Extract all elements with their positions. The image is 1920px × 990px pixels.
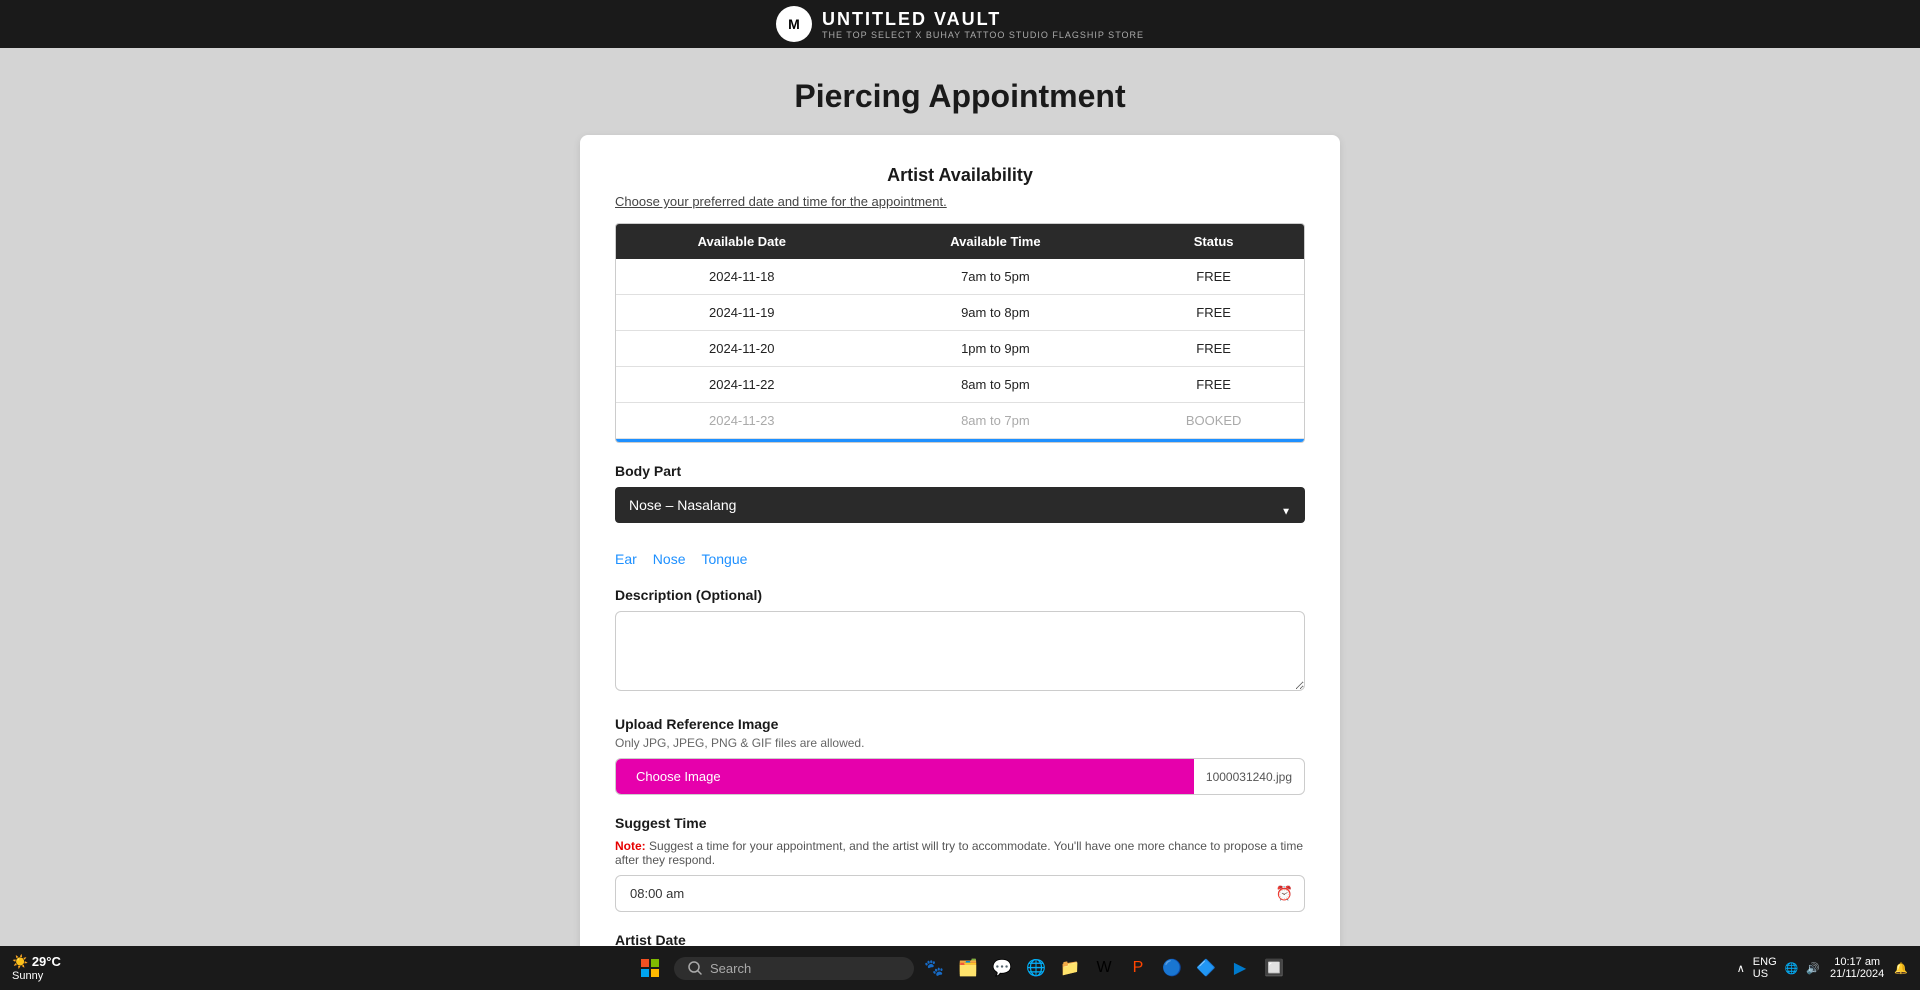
body-part-select[interactable]: Nose – Nasalang Ear Tongue — [615, 487, 1305, 523]
logo-icon: M — [776, 6, 812, 42]
tray-network[interactable]: 🌐 — [1785, 962, 1799, 975]
description-label: Description (Optional) — [615, 587, 1305, 603]
cell-time: 8am to 7pm — [868, 403, 1124, 439]
description-textarea[interactable] — [615, 611, 1305, 691]
tray-expand[interactable]: ∧ — [1737, 962, 1745, 975]
taskbar-icon-chrome[interactable]: 🔵 — [1158, 954, 1186, 982]
taskbar-icon-folder[interactable]: 📁 — [1056, 954, 1084, 982]
filter-tab-ear[interactable]: Ear — [615, 551, 637, 567]
tray-notification[interactable]: 🔔 — [1894, 962, 1908, 975]
cell-date: 2024-11-24 — [616, 439, 868, 444]
taskbar-time-display: 10:17 am — [1834, 956, 1880, 968]
artist-date-label: Artist Date — [615, 932, 1305, 946]
cell-status: FREE — [1123, 331, 1304, 367]
file-input-wrapper: Choose Image 1000031240.jpg — [615, 758, 1305, 795]
taskbar-icon-powerpoint[interactable]: P — [1124, 954, 1152, 982]
filter-tab-nose[interactable]: Nose — [653, 551, 686, 567]
table-row[interactable]: 2024-11-238am to 7pmBOOKED — [616, 403, 1304, 439]
cell-date: 2024-11-20 — [616, 331, 868, 367]
body-part-label: Body Part — [615, 463, 1305, 479]
col-status: Status — [1123, 224, 1304, 259]
taskbar-icon-browser[interactable]: 🌐 — [1022, 954, 1050, 982]
table-row[interactable]: 2024-11-201pm to 9pmFREE — [616, 331, 1304, 367]
cell-date: 2024-11-23 — [616, 403, 868, 439]
table-row[interactable]: 2024-11-187am to 5pmFREE — [616, 259, 1304, 295]
cell-date: 2024-11-22 — [616, 367, 868, 403]
cell-time: 8am to 7pm — [868, 439, 1124, 444]
brand-subtitle: THE TOP SELECT X BUHAY TATTOO STUDIO FLA… — [822, 30, 1144, 40]
suggest-time-note: Note: Suggest a time for your appointmen… — [615, 839, 1305, 867]
table-row[interactable]: 2024-11-248am to 7pmFREE — [616, 439, 1304, 444]
note-text: Suggest a time for your appointment, and… — [615, 839, 1303, 867]
taskbar-icon-app[interactable]: 🔲 — [1260, 954, 1288, 982]
form-card: Artist Availability Choose your preferre… — [580, 135, 1340, 946]
artist-date-section: Artist Date — [615, 932, 1305, 946]
taskbar-right: ∧ ENG US 🌐 🔊 10:17 am 21/11/2024 🔔 — [1737, 956, 1908, 980]
taskbar-icon-word[interactable]: W — [1090, 954, 1118, 982]
time-input-wrapper: ⏰ — [615, 875, 1305, 912]
suggest-time-section: Suggest Time Note: Suggest a time for yo… — [615, 815, 1305, 912]
taskbar-clock: 10:17 am 21/11/2024 — [1830, 956, 1884, 980]
table-body: 2024-11-187am to 5pmFREE2024-11-199am to… — [616, 259, 1304, 443]
body-part-select-wrapper[interactable]: Nose – Nasalang Ear Tongue — [615, 487, 1305, 537]
time-input[interactable] — [615, 875, 1305, 912]
table-row[interactable]: 2024-11-199am to 8pmFREE — [616, 295, 1304, 331]
taskbar-icon-edge[interactable]: 🔷 — [1192, 954, 1220, 982]
availability-table: Available Date Available Time Status 202… — [616, 224, 1304, 443]
main-content: Piercing Appointment Artist Availability… — [0, 48, 1920, 946]
cell-status: BOOKED — [1123, 403, 1304, 439]
cell-status: FREE — [1123, 367, 1304, 403]
suggest-time-label: Suggest Time — [615, 815, 1305, 831]
upload-subtitle: Only JPG, JPEG, PNG & GIF files are allo… — [615, 736, 1305, 750]
brand-name: UNTITLED VAULT — [822, 9, 1144, 30]
taskbar-left: ☀️ 29°C Sunny — [12, 954, 71, 982]
taskbar-icon-files[interactable]: 🗂️ — [954, 954, 982, 982]
taskbar-icon-tamagotchi[interactable]: 🐾 — [920, 954, 948, 982]
tray-volume[interactable]: 🔊 — [1806, 962, 1820, 975]
search-bar-text: Search — [710, 961, 751, 976]
weather-temp: ☀️ 29°C — [12, 954, 61, 970]
taskbar-center: Search 🐾 🗂️ 💬 🌐 📁 W P 🔵 🔷 ▶ 🔲 — [632, 950, 1288, 986]
section-subtitle: Choose your preferred date and time for … — [615, 194, 1305, 209]
filter-tab-tongue[interactable]: Tongue — [701, 551, 747, 567]
cell-time: 9am to 8pm — [868, 295, 1124, 331]
cell-date: 2024-11-18 — [616, 259, 868, 295]
taskbar: ☀️ 29°C Sunny Search 🐾 🗂️ 💬 🌐 📁 W — [0, 946, 1920, 990]
cell-date: 2024-11-19 — [616, 295, 868, 331]
cell-status: FREE — [1123, 259, 1304, 295]
file-name-display: 1000031240.jpg — [1194, 770, 1304, 784]
taskbar-icon-chat[interactable]: 💬 — [988, 954, 1016, 982]
app-header: M UNTITLED VAULT THE TOP SELECT X BUHAY … — [0, 0, 1920, 48]
cell-time: 7am to 5pm — [868, 259, 1124, 295]
cell-time: 1pm to 9pm — [868, 331, 1124, 367]
page-title: Piercing Appointment — [794, 78, 1125, 115]
section-title: Artist Availability — [615, 165, 1305, 186]
weather-widget: ☀️ 29°C Sunny — [12, 954, 61, 982]
choose-image-button[interactable]: Choose Image — [616, 759, 1194, 794]
table-header: Available Date Available Time Status — [616, 224, 1304, 259]
search-bar[interactable]: Search — [674, 957, 914, 980]
cell-status: FREE — [1123, 295, 1304, 331]
sys-tray: ∧ ENG US 🌐 🔊 — [1737, 956, 1820, 980]
taskbar-icon-vscode[interactable]: ▶ — [1226, 954, 1254, 982]
col-time: Available Time — [868, 224, 1124, 259]
availability-table-wrapper[interactable]: Available Date Available Time Status 202… — [615, 223, 1305, 443]
logo-text: UNTITLED VAULT THE TOP SELECT X BUHAY TA… — [822, 9, 1144, 40]
filter-tabs: Ear Nose Tongue — [615, 551, 1305, 567]
col-date: Available Date — [616, 224, 868, 259]
start-button[interactable] — [632, 950, 668, 986]
note-label: Note: — [615, 839, 646, 853]
table-row[interactable]: 2024-11-228am to 5pmFREE — [616, 367, 1304, 403]
upload-title: Upload Reference Image — [615, 716, 1305, 732]
cell-time: 8am to 5pm — [868, 367, 1124, 403]
brand-logo: M UNTITLED VAULT THE TOP SELECT X BUHAY … — [776, 6, 1144, 42]
weather-condition: Sunny — [12, 970, 43, 982]
cell-status: FREE — [1123, 439, 1304, 444]
tray-lang: ENG US — [1753, 956, 1777, 980]
upload-section: Upload Reference Image Only JPG, JPEG, P… — [615, 716, 1305, 795]
taskbar-date-display: 21/11/2024 — [1830, 968, 1884, 980]
